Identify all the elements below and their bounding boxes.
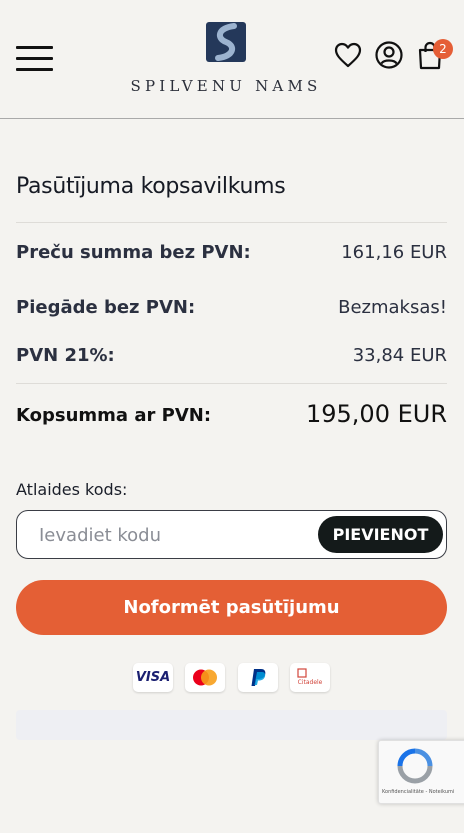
heart-icon[interactable]: [333, 40, 363, 70]
citadele-logo: [297, 668, 307, 678]
vat-label: PVN 21%:: [16, 345, 115, 366]
order-summary-title: Pasūtījuma kopsavilkums: [16, 174, 286, 199]
vat-value: 33,84 EUR: [352, 345, 447, 366]
recaptcha-links[interactable]: Konfidencialitāte - Noteikumi: [382, 789, 454, 795]
citadele-label: Citadele: [297, 679, 323, 686]
total-value: 195,00 EUR: [305, 400, 447, 428]
coupon-input[interactable]: [37, 521, 311, 549]
site-logo[interactable]: SPILVENU NAMS: [118, 22, 334, 98]
recaptcha-icon: [397, 748, 433, 784]
subtotal-label: Preču summa bez PVN:: [16, 242, 251, 263]
shipping-value: Bezmaksas!: [338, 297, 447, 318]
paypal-icon: [238, 663, 278, 692]
site-header: SPILVENU NAMS 2: [0, 0, 464, 119]
citadele-icon: Citadele: [290, 663, 330, 692]
total-label: Kopsumma ar PVN:: [16, 405, 212, 426]
visa-label: VISA: [135, 670, 171, 685]
logo-mark-icon: [206, 22, 246, 62]
coupon-field: PIEVIENOT: [16, 510, 447, 559]
cart-count-badge: 2: [433, 39, 453, 59]
recaptcha-badge[interactable]: Konfidencialitāte - Noteikumi: [378, 740, 464, 804]
coupon-label: Atlaides kods:: [16, 480, 128, 499]
paypal-logo: [251, 669, 266, 686]
subtotal-value: 161,16 EUR: [341, 242, 447, 263]
mastercard-icon: [185, 663, 225, 692]
mastercard-logo: [193, 669, 217, 686]
shipping-label: Piegāde bez PVN:: [16, 297, 196, 318]
user-icon[interactable]: [374, 40, 404, 70]
divider: [16, 222, 447, 223]
footer-band: [16, 710, 447, 740]
hamburger-menu-icon[interactable]: [16, 46, 54, 72]
visa-icon: VISA: [133, 663, 173, 692]
divider: [16, 383, 447, 384]
logo-text: SPILVENU NAMS: [130, 77, 322, 95]
apply-coupon-button[interactable]: PIEVIENOT: [318, 516, 443, 553]
checkout-button[interactable]: Noformēt pasūtījumu: [16, 580, 447, 635]
